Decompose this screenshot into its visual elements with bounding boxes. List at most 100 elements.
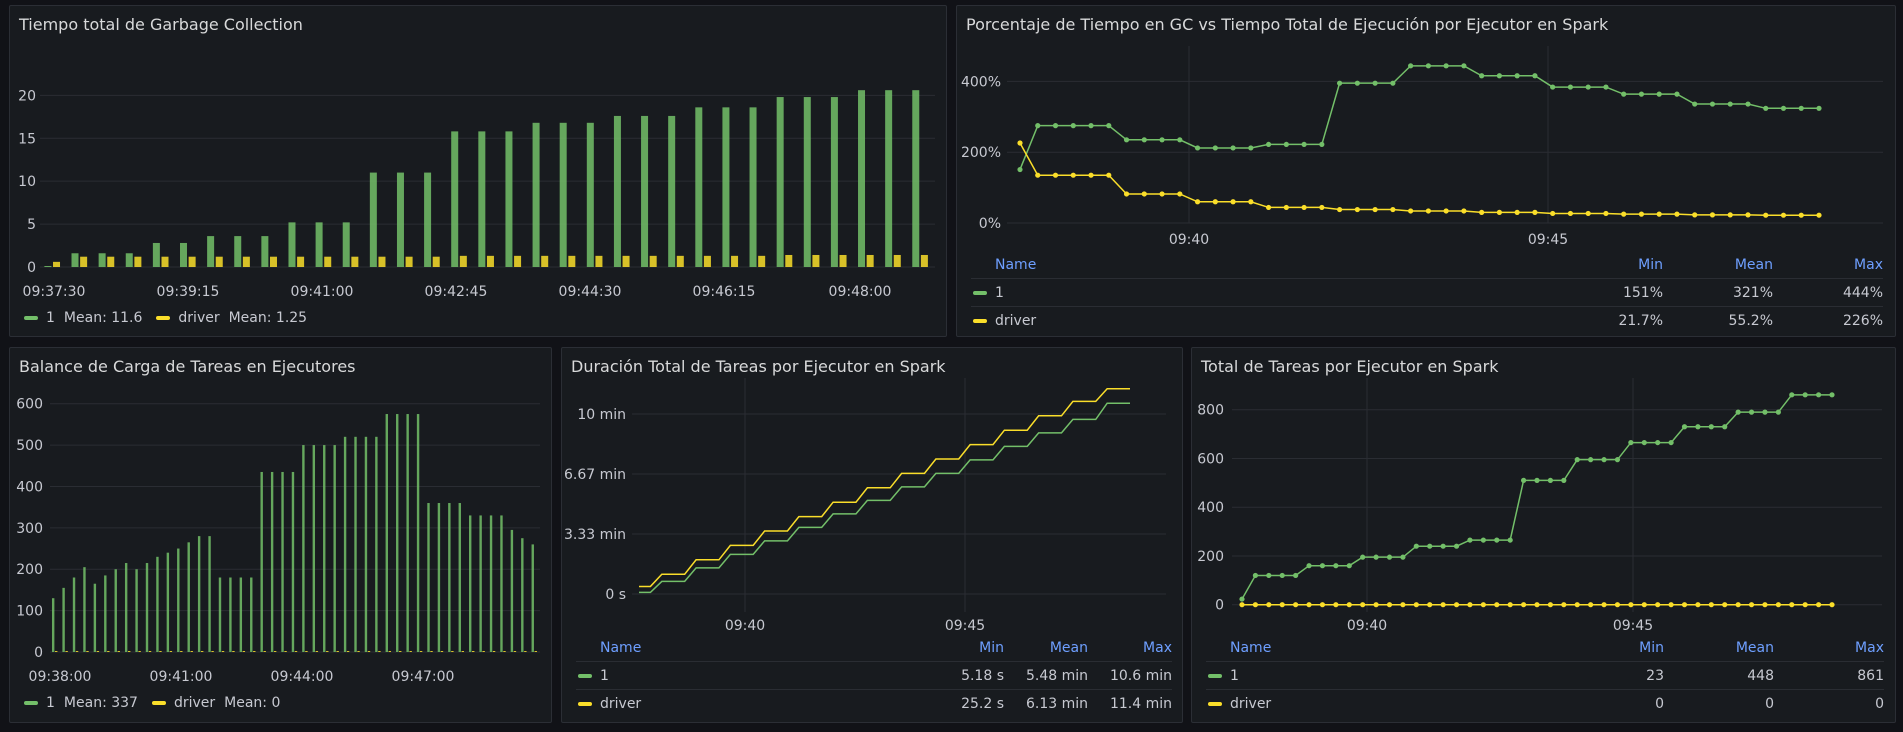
point-1-44: [1798, 105, 1804, 111]
bar-driver-26: [758, 255, 766, 267]
legend-item[interactable]: 1 Mean: 337: [24, 695, 138, 711]
legend-item[interactable]: 1 Mean: 11.6: [24, 310, 142, 326]
x-tick-label: 09:40: [1347, 618, 1387, 634]
legend-max-value: 10.6 min: [1088, 661, 1172, 690]
bar-1-23: [291, 471, 295, 652]
legend-header-min[interactable]: Min: [1553, 251, 1663, 279]
y-tick-label: 200: [16, 562, 43, 578]
legend-stat: Mean: 1.25: [228, 310, 308, 326]
legend-item[interactable]: driver Mean: 1.25: [156, 310, 307, 326]
point-1-0: [1017, 166, 1023, 173]
bar-driver-32: [920, 254, 928, 267]
panel-gc-percent[interactable]: Porcentaje de Tiempo en GC vs Tiempo Tot…: [956, 5, 1896, 337]
legend-header-max[interactable]: Max: [1773, 251, 1883, 279]
bar-1-31: [375, 436, 378, 652]
legend-header-mean[interactable]: Mean: [1663, 251, 1773, 279]
point-driver-43: [1815, 602, 1822, 608]
bar-driver-23: [294, 651, 298, 652]
bar-1-28: [343, 436, 347, 652]
point-1-11: [1212, 145, 1218, 151]
point-1-21: [1520, 477, 1527, 483]
bar-1-14: [424, 172, 432, 267]
y-tick-label: 5: [27, 217, 36, 233]
point-driver-3: [1070, 172, 1076, 178]
legend-row[interactable]: 1 5.18 s 5.48 min 10.6 min: [576, 661, 1172, 690]
bar-driver-45: [524, 651, 527, 652]
bar-driver-10: [324, 256, 332, 267]
bar-1-9: [288, 222, 296, 267]
legend-header-name[interactable]: Name: [576, 634, 920, 662]
point-1-29: [1628, 439, 1634, 446]
legend-row[interactable]: driver 0 0 0: [1206, 689, 1884, 717]
point-1-14: [1265, 141, 1272, 148]
legend-header-max[interactable]: Max: [1088, 634, 1172, 662]
bar-1-24: [695, 107, 703, 267]
point-driver-27: [1601, 602, 1607, 608]
point-1-6: [1123, 137, 1130, 143]
point-1-7: [1333, 563, 1339, 569]
point-driver-10: [1194, 199, 1201, 205]
bar-driver-41: [482, 651, 485, 652]
point-1-2: [1266, 572, 1272, 579]
legend-header-mean[interactable]: Mean: [1664, 634, 1774, 662]
point-driver-31: [1655, 602, 1661, 608]
point-1-43: [1780, 105, 1787, 111]
bar-1-15: [208, 536, 211, 652]
y-tick-label: 0: [1215, 598, 1224, 614]
legend-header-max[interactable]: Max: [1774, 634, 1884, 662]
panel-task-duration[interactable]: Duración Total de Tareas por Ejecutor en…: [561, 347, 1183, 723]
legend-header-mean[interactable]: Mean: [1004, 634, 1088, 662]
x-tick-label: 09:44:00: [271, 669, 334, 685]
point-1-24: [1561, 477, 1567, 483]
bar-driver-36: [430, 651, 433, 652]
legend-table: Name Min Mean Max 1 151% 321% 444% driver 21.7% 55…: [971, 251, 1883, 334]
point-driver-44: [1829, 602, 1835, 608]
legend-row[interactable]: 1 151% 321% 444%: [971, 278, 1883, 307]
panel-task-total[interactable]: Total de Tareas por Ejecutor en Spark 02…: [1191, 347, 1896, 723]
legend-header-min[interactable]: Min: [920, 634, 1004, 662]
point-driver-42: [1763, 212, 1769, 218]
legend-item[interactable]: driver Mean: 0: [151, 695, 280, 711]
bar-driver-11: [351, 256, 359, 267]
bar-1-12: [369, 172, 377, 267]
bar-driver-22: [284, 651, 287, 652]
bar-driver-26: [326, 651, 329, 652]
legend-row[interactable]: driver 21.7% 55.2% 226%: [971, 306, 1883, 334]
bar-1-3: [125, 253, 133, 267]
point-1-40: [1727, 101, 1733, 107]
point-1-17: [1467, 537, 1473, 543]
legend-max-value: 0: [1774, 689, 1884, 717]
point-1-11: [1386, 554, 1393, 560]
legend-row[interactable]: 1 23 448 861: [1206, 661, 1884, 690]
bar-driver-44: [513, 651, 517, 652]
x-tick-label: 09:47:00: [392, 669, 455, 685]
point-driver-24: [1561, 602, 1567, 608]
point-1-34: [1621, 91, 1627, 97]
panel-load-balance[interactable]: Balance de Carga de Tareas en Ejecutores…: [9, 347, 552, 723]
bar-1-43: [500, 515, 503, 652]
bar-driver-31: [893, 254, 901, 267]
bar-driver-18: [242, 651, 246, 652]
legend-name: 1: [46, 310, 55, 326]
legend-header-min[interactable]: Min: [1554, 634, 1664, 662]
bar-driver-8: [138, 651, 141, 652]
point-driver-0: [1239, 602, 1245, 608]
point-1-33: [1603, 84, 1609, 90]
bar-1-18: [532, 122, 540, 267]
bar-1-4: [93, 583, 97, 652]
point-driver-38: [1748, 602, 1755, 608]
point-driver-2: [1052, 172, 1059, 178]
legend-row[interactable]: driver 25.2 s 6.13 min 11.4 min: [576, 689, 1172, 717]
legend-name: driver: [178, 310, 220, 326]
point-1-21: [1390, 80, 1396, 86]
point-1-44: [1829, 392, 1835, 398]
point-driver-37: [1674, 211, 1680, 217]
legend-table: Name Min Mean Max 1 5.18 s 5.48 min 10.6 min dri…: [576, 634, 1172, 717]
bar-driver-40: [472, 651, 475, 652]
panel-gc-time[interactable]: Tiempo total de Garbage Collection 0 5 10 1…: [9, 5, 947, 337]
point-driver-40: [1727, 212, 1733, 218]
bar-driver-43: [503, 651, 506, 652]
legend-header-name[interactable]: Name: [971, 251, 1553, 279]
bar-1-30: [858, 90, 866, 267]
legend-header-name[interactable]: Name: [1206, 634, 1554, 662]
